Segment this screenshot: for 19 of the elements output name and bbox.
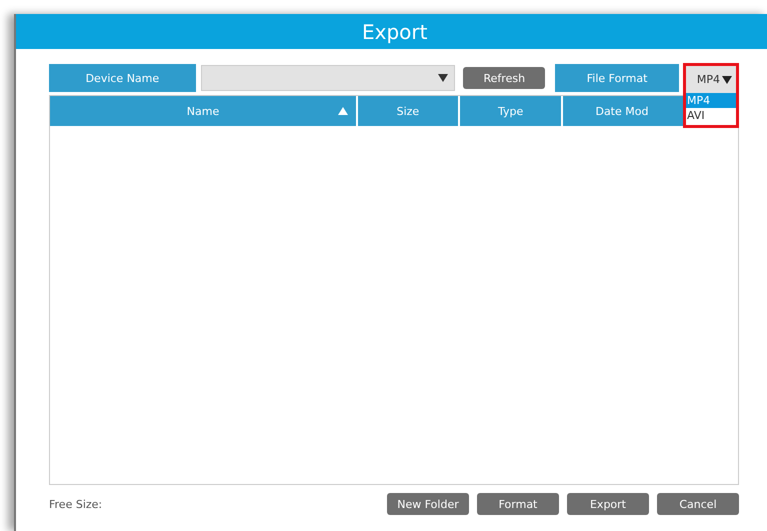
free-size-label: Free Size: — [49, 498, 102, 510]
dropdown-option[interactable]: MP4 — [686, 93, 736, 108]
footer-button[interactable]: Export — [567, 493, 649, 515]
caret-icon — [722, 76, 732, 84]
refresh-button[interactable]: Refresh — [463, 67, 546, 89]
dropdown-option[interactable]: AVI — [686, 108, 736, 123]
caret-icon — [438, 74, 448, 82]
column-header[interactable]: Name — [50, 96, 356, 126]
window-title: Export — [362, 20, 428, 44]
footer-button[interactable]: Format — [477, 493, 559, 515]
file-format-label: File Format — [555, 64, 679, 92]
sort-arrow-icon — [338, 107, 348, 115]
footer-button[interactable]: Cancel — [657, 493, 739, 515]
footer-button[interactable]: New Folder — [387, 493, 469, 515]
format-dropdown[interactable]: MP4 — [683, 63, 739, 93]
device-dropdown[interactable] — [200, 65, 456, 91]
device-name-label: Device Name — [49, 64, 196, 92]
column-header[interactable]: Size — [358, 96, 458, 126]
column-header[interactable]: Type — [460, 96, 562, 126]
